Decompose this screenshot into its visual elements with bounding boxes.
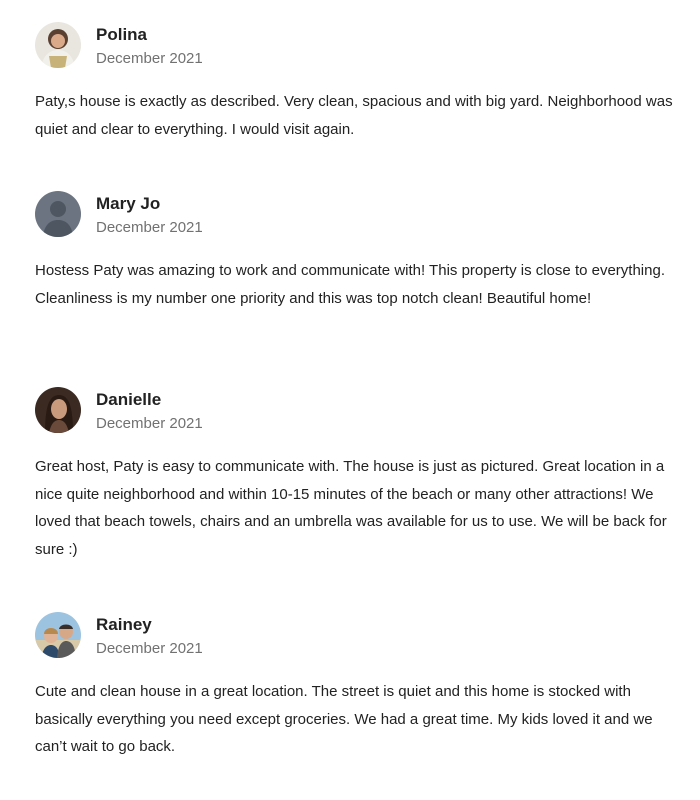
review-text: Cute and clean house in a great location… xyxy=(35,683,653,755)
review-text: Great host, Paty is easy to communicate … xyxy=(35,458,667,558)
reviewer-name: Rainey xyxy=(96,615,152,634)
review-date: December 2021 xyxy=(96,50,203,67)
review-text: Paty,s house is exactly as described. Ve… xyxy=(35,93,673,138)
review-text: Hostess Paty was amazing to work and com… xyxy=(35,262,665,307)
review-date: December 2021 xyxy=(96,415,203,432)
user-photo-avatar[interactable] xyxy=(35,612,81,658)
avatar-photo-icon xyxy=(35,387,81,433)
avatar-photo-icon xyxy=(35,612,81,658)
user-photo-avatar[interactable] xyxy=(35,387,81,433)
default-user-avatar[interactable] xyxy=(35,191,81,237)
avatar-photo-icon xyxy=(35,22,81,68)
reviewer-name: Mary Jo xyxy=(96,194,161,213)
review-date: December 2021 xyxy=(96,640,203,657)
default-user-icon xyxy=(35,191,81,237)
reviewer-name: Polina xyxy=(96,25,148,44)
review-date: December 2021 xyxy=(96,219,203,236)
user-photo-avatar[interactable] xyxy=(35,22,81,68)
reviewer-name: Danielle xyxy=(96,390,162,409)
